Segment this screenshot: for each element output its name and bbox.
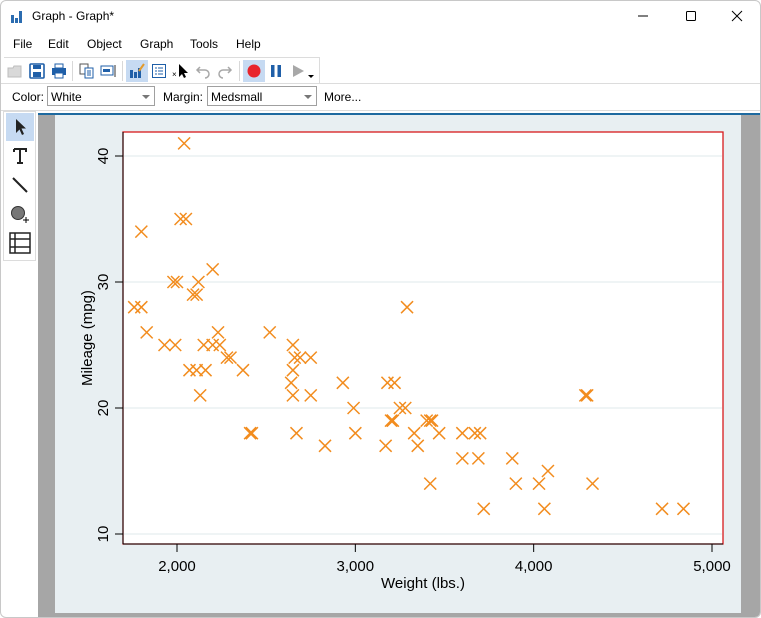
graph-window: Graph - Graph* File Edit Object Graph To… <box>0 0 761 618</box>
y-tick-label: 20 <box>95 400 112 417</box>
scatter-chart[interactable]: 10 20 30 40 2,000 3,000 4,000 5,000 Weight (lbs… <box>1 1 761 618</box>
y-axis-title[interactable]: Mileage (mpg) <box>79 290 96 386</box>
y-tick-label: 30 <box>95 274 112 291</box>
y-tick-label: 10 <box>95 526 112 543</box>
x-tick-label: 5,000 <box>693 558 731 575</box>
x-tick-label: 3,000 <box>337 558 375 575</box>
x-axis-title[interactable]: Weight (lbs.) <box>381 575 465 592</box>
x-tick-label: 4,000 <box>515 558 553 575</box>
x-tick-label: 2,000 <box>158 558 196 575</box>
y-tick-label: 40 <box>95 148 112 165</box>
